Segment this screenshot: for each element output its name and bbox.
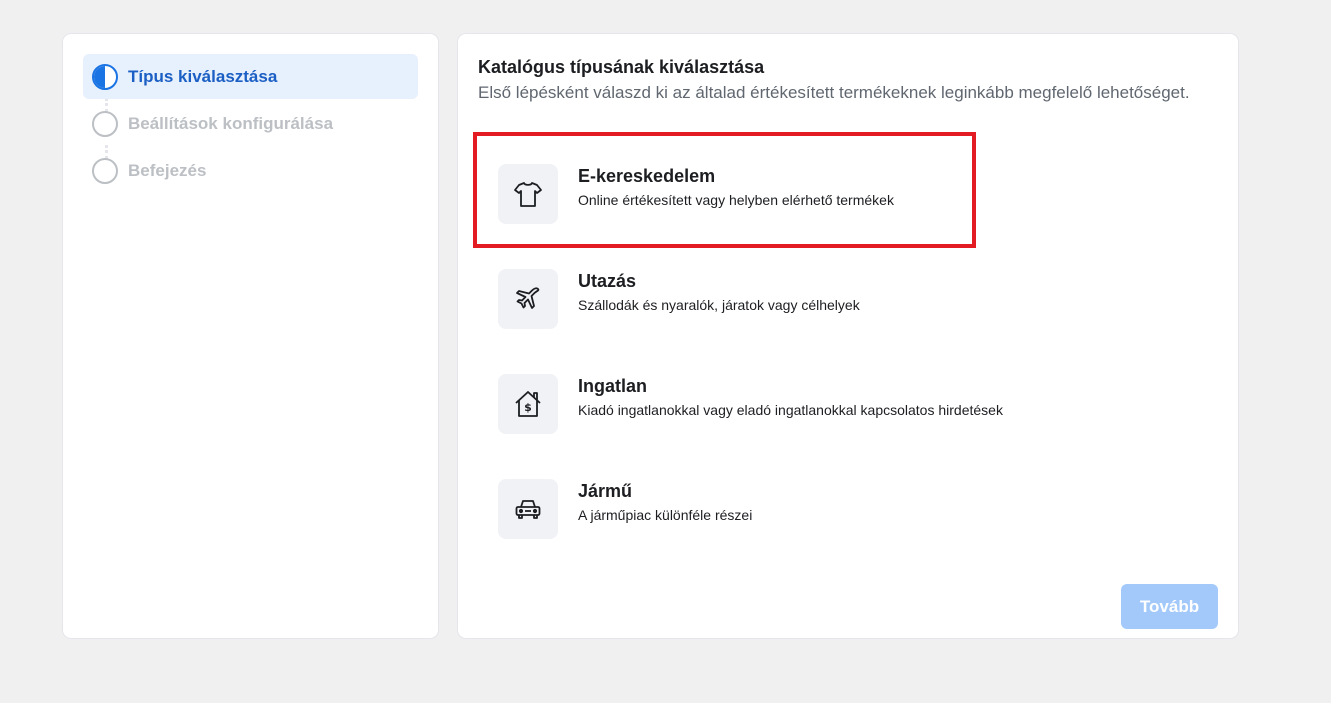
step-configure-settings[interactable]: Beállítások konfigurálása [83,101,418,146]
tshirt-icon [498,164,558,224]
next-button[interactable]: Tovább [1121,584,1218,629]
option-title: E-kereskedelem [578,166,716,186]
option-description: Szállodák és nyaralók, járatok vagy célh… [578,297,860,313]
option-vehicle[interactable]: Jármű A járműpiac különféle részei [498,479,1038,539]
option-ecommerce[interactable]: E-kereskedelem Online értékesített vagy … [498,164,1038,224]
step-type-selection[interactable]: Típus kiválasztása [83,54,418,99]
empty-circle-icon [92,111,118,137]
airplane-icon [498,269,558,329]
option-title: Ingatlan [578,376,648,396]
step-label: Befejezés [128,161,207,180]
house-dollar-icon: $ [498,374,558,434]
option-real-estate[interactable]: $ Ingatlan Kiadó ingatlanokkal vagy elad… [498,374,1038,434]
catalog-type-panel: Katalógus típusának kiválasztása Első lé… [458,34,1238,638]
option-description: Online értékesített vagy helyben elérhet… [578,192,894,208]
empty-circle-icon [92,158,118,184]
option-title: Jármű [578,481,633,501]
option-title: Utazás [578,271,637,291]
steps-panel: Típus kiválasztása Beállítások konfigurá… [63,34,438,638]
option-description: Kiadó ingatlanokkal vagy eladó ingatlano… [578,402,1003,418]
step-label: Beállítások konfigurálása [128,114,334,133]
half-filled-circle-icon [92,64,118,90]
page-title: Katalógus típusának kiválasztása [478,57,765,77]
step-finish[interactable]: Befejezés [83,148,418,193]
svg-text:$: $ [524,401,532,414]
car-icon [498,479,558,539]
option-description: A járműpiac különféle részei [578,507,753,523]
page-subtitle: Első lépésként válaszd ki az általad ért… [478,83,1190,102]
option-travel[interactable]: Utazás Szállodák és nyaralók, járatok va… [498,269,1038,329]
step-label: Típus kiválasztása [128,67,278,86]
